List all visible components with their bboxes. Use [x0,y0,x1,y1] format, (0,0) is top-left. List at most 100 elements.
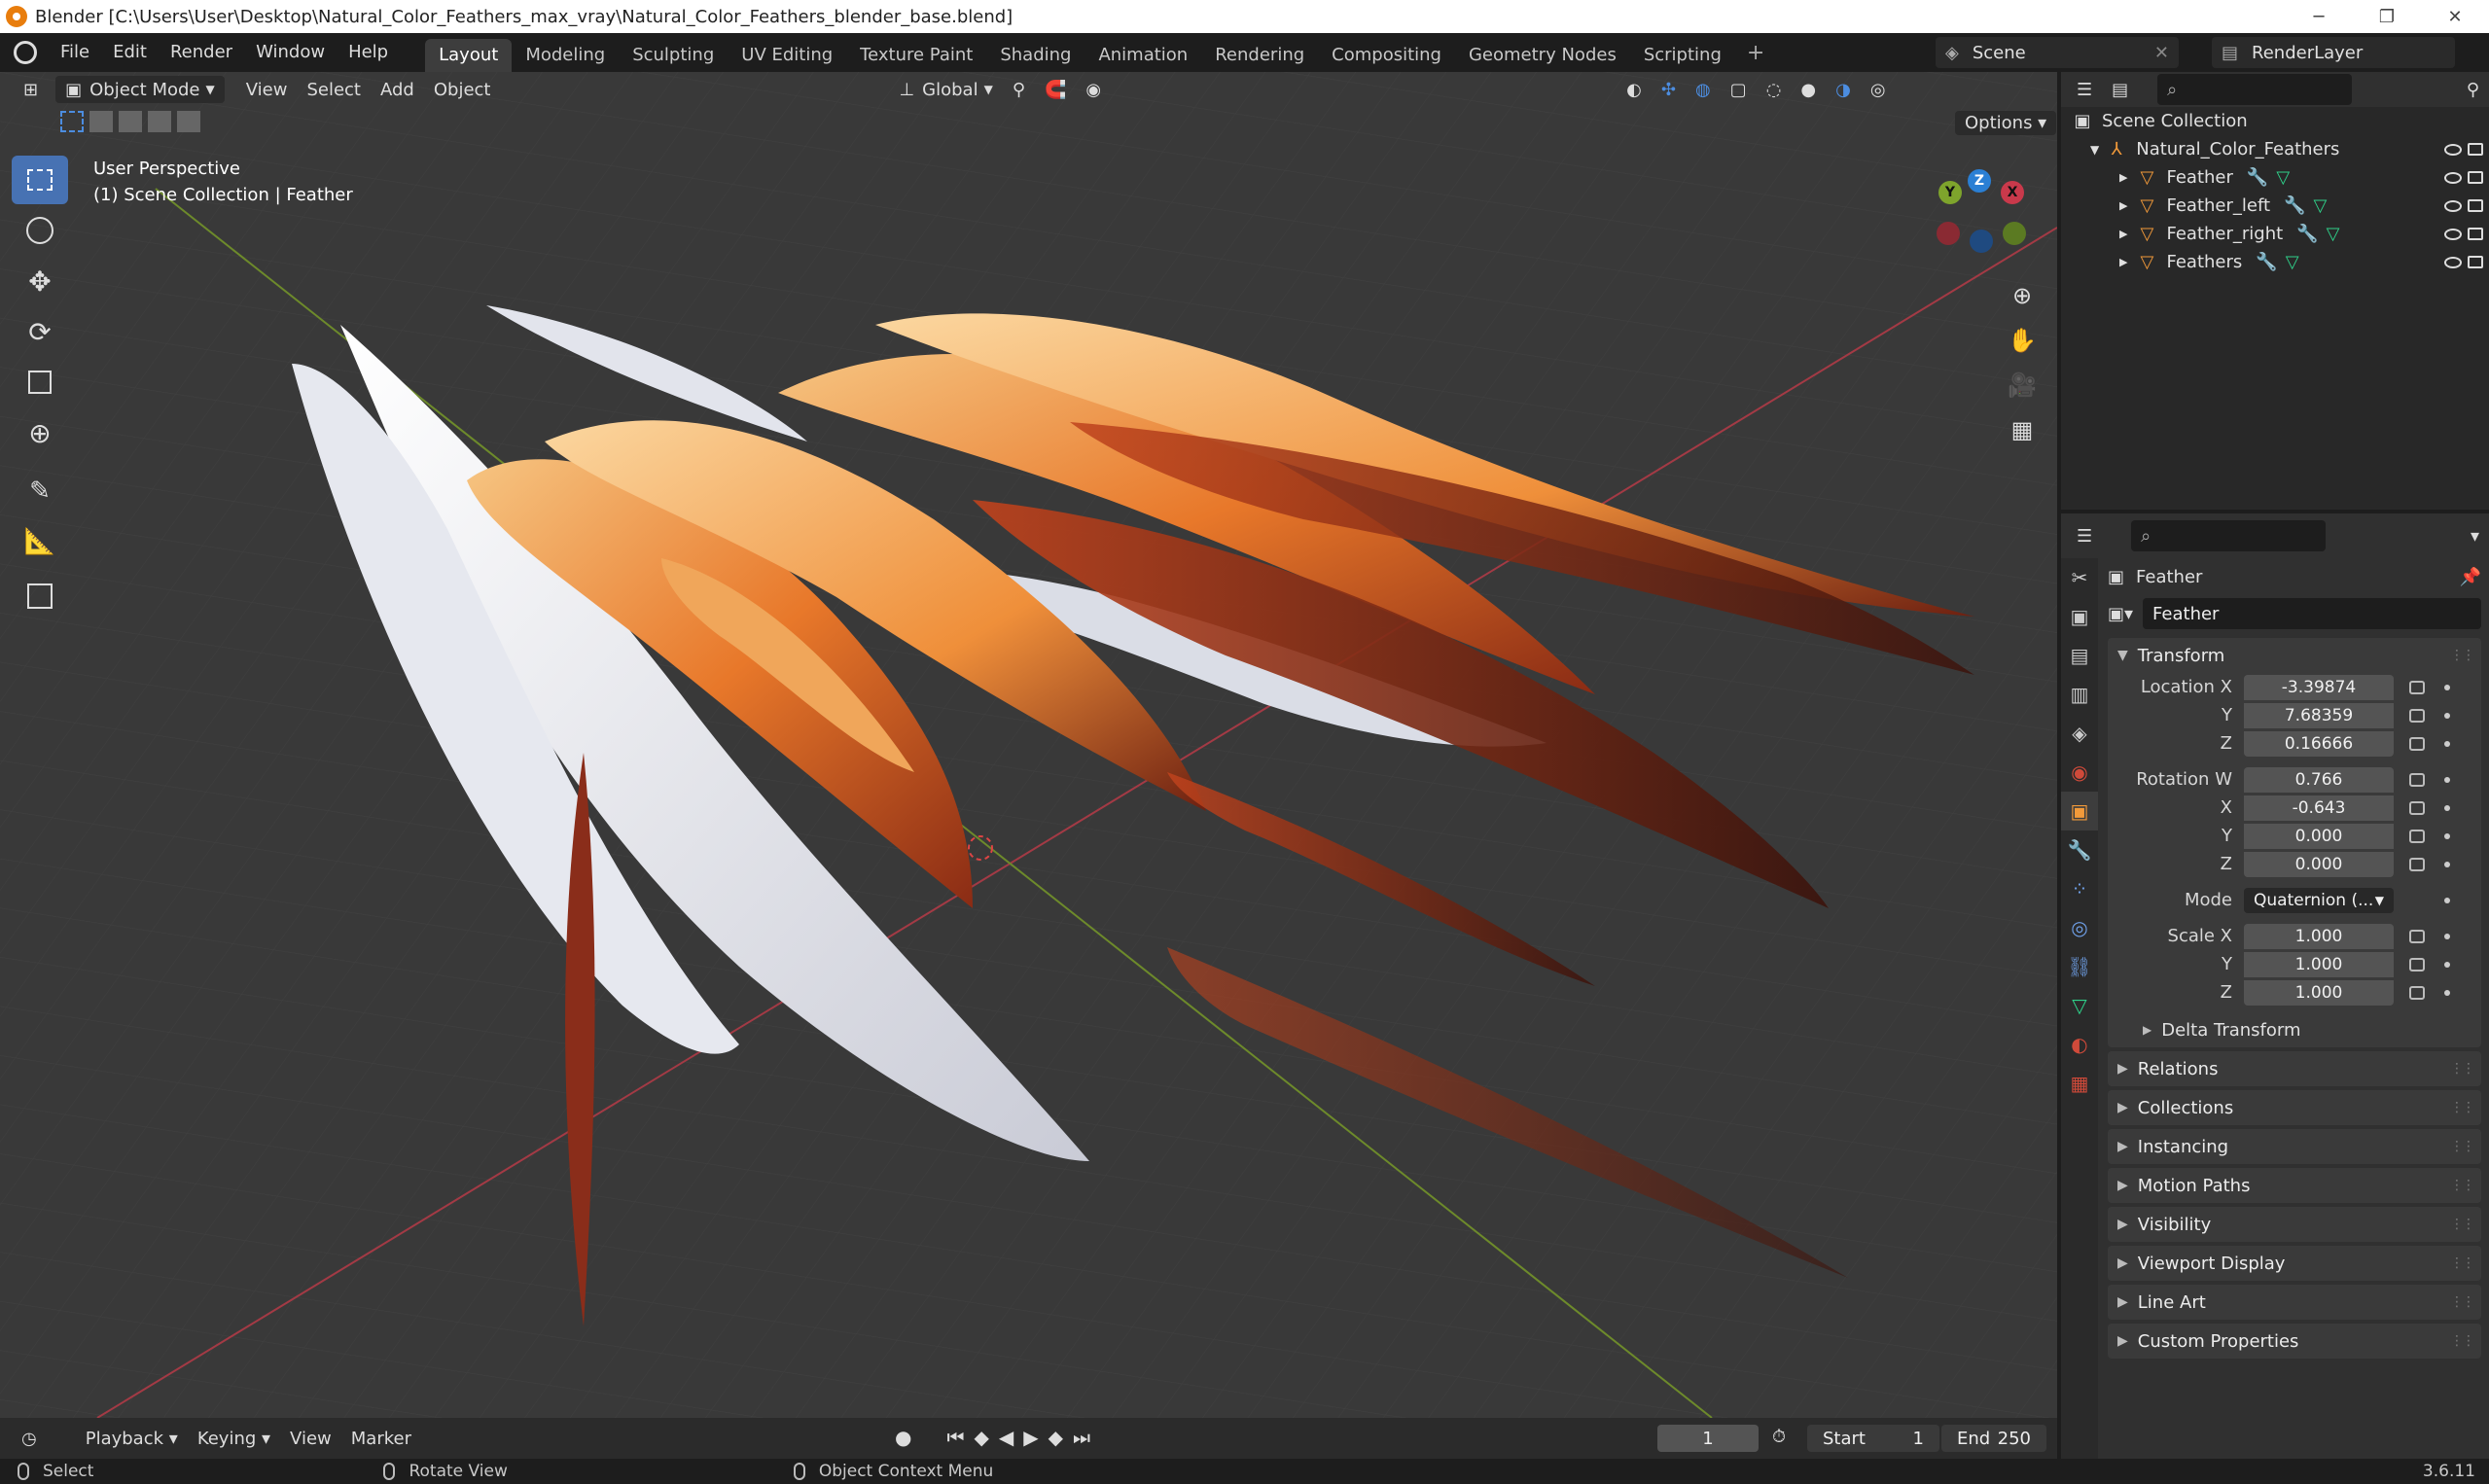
tab-sculpting[interactable]: Sculpting [619,39,728,72]
tab-geometry-nodes[interactable]: Geometry Nodes [1455,39,1630,72]
tab-layout[interactable]: Layout [425,39,513,72]
tab-uv-editing[interactable]: UV Editing [728,39,846,72]
gizmo-neg-x[interactable] [1937,222,1960,245]
menu-object[interactable]: Object [424,76,501,103]
scale-y-field[interactable]: 1.000 [2244,951,2394,977]
keyframe-dot-icon[interactable] [2444,804,2450,811]
next-keyframe-icon[interactable]: ◆ [1049,1426,1063,1449]
visibility-panel-header[interactable]: ▶ Visibility ⋮⋮ [2108,1207,2481,1242]
mesh-data-icon[interactable]: ▽ [2313,195,2327,216]
lock-icon[interactable] [2409,680,2425,694]
rotation-mode-dropdown[interactable]: Quaternion (... ▼ [2244,887,2394,913]
render-camera-icon[interactable] [2468,256,2483,268]
instancing-panel-header[interactable]: ▶ Instancing ⋮⋮ [2108,1129,2481,1164]
modifier-icon[interactable]: 🔧 [2296,224,2318,244]
keyframe-dot-icon[interactable] [2444,933,2450,939]
prev-keyframe-icon[interactable]: ◆ [974,1426,988,1449]
modifier-icon[interactable]: 🔧 [2247,167,2268,188]
outliner-search-input[interactable]: ⌕ [2157,74,2353,105]
jump-start-icon[interactable]: ⏮ [946,1426,964,1449]
eye-icon[interactable] [2444,228,2462,240]
tab-material[interactable]: ◐ [2061,1025,2098,1064]
collections-panel[interactable]: ▶ Collections ⋮⋮ [2108,1090,2481,1125]
eye-icon[interactable] [2444,256,2462,268]
tab-rendering[interactable]: Rendering [1201,39,1318,72]
render-camera-icon[interactable] [2468,199,2483,212]
filter-icon[interactable]: ⚲ [2457,76,2489,103]
motion-paths-panel-header[interactable]: ▶ Motion Paths ⋮⋮ [2108,1168,2481,1203]
tab-constraints[interactable]: ⛓ [2061,947,2098,986]
keyframe-dot-icon[interactable] [2444,740,2450,747]
close-button[interactable]: ✕ [2421,0,2489,33]
tab-modifiers[interactable]: 🔧 [2061,830,2098,869]
scale-x-field[interactable]: 1.000 [2244,923,2394,949]
gizmo-neg-z[interactable] [1970,230,1993,253]
timeline-editor-icon[interactable]: ◷ [12,1425,47,1452]
object-datablock-icon[interactable]: ▣▾ [2108,604,2133,624]
outliner-editor-icon[interactable]: ☰ [2067,76,2102,103]
record-icon[interactable]: ● [895,1426,911,1449]
tab-modeling[interactable]: Modeling [512,39,619,72]
keyframe-dot-icon[interactable] [2444,897,2450,903]
menu-window[interactable]: Window [244,33,337,72]
drag-handle-icon[interactable]: ⋮⋮ [2450,1139,2475,1154]
measure-tool[interactable]: 📐 [12,517,68,566]
play-reverse-icon[interactable]: ◀ [999,1426,1013,1449]
tab-view-layer[interactable]: ▥ [2061,675,2098,714]
menu-timeline-view[interactable]: View [280,1425,341,1452]
snap-icon[interactable]: 🧲 [1035,76,1076,103]
gizmo-x-axis[interactable]: X [2001,181,2024,204]
motion-paths-panel[interactable]: ▶ Motion Paths ⋮⋮ [2108,1168,2481,1203]
drag-handle-icon[interactable]: ⋮⋮ [2450,648,2475,663]
annotate-tool[interactable]: ✎ [12,467,68,515]
transform-tool[interactable]: ⊕ [12,408,68,457]
rotation-x-field[interactable]: -0.643 [2244,795,2394,821]
overlay-toggle-icon[interactable]: ◍ [1686,76,1721,103]
expand-chevron-icon[interactable]: ▶ [2119,171,2127,184]
relations-panel-header[interactable]: ▶ Relations ⋮⋮ [2108,1051,2481,1086]
tab-physics[interactable]: ◎ [2061,908,2098,947]
keyframe-dot-icon[interactable] [2444,776,2450,783]
play-icon[interactable]: ▶ [1023,1426,1038,1449]
render-camera-icon[interactable] [2468,143,2483,156]
scale-z-field[interactable]: 1.000 [2244,979,2394,1006]
outliner-item-feather-left[interactable]: ▶ ▽ Feather_left 🔧 ▽ [2061,192,2489,220]
viewport-display-panel-header[interactable]: ▶ Viewport Display ⋮⋮ [2108,1246,2481,1281]
modifier-icon[interactable]: 🔧 [2284,195,2305,216]
rotate-tool[interactable]: ⟳ [12,307,68,356]
rotation-w-field[interactable]: 0.766 [2244,766,2394,793]
scene-selector[interactable]: ◈ Scene ✕ [1936,37,2179,68]
lock-icon[interactable] [2409,829,2425,843]
location-x-field[interactable]: -3.39874 [2244,674,2394,700]
menu-keying[interactable]: Keying ▾ [188,1425,280,1452]
mesh-data-icon[interactable]: ▽ [2327,224,2340,244]
render-camera-icon[interactable] [2468,228,2483,240]
eye-icon[interactable] [2444,143,2462,156]
instancing-panel[interactable]: ▶ Instancing ⋮⋮ [2108,1129,2481,1164]
scale-tool[interactable] [12,358,68,406]
properties-search-input[interactable]: ⌕ [2131,520,2327,551]
pan-hand-icon[interactable]: ✋ [2006,321,2039,360]
proportional-edit-icon[interactable]: ◉ [1076,76,1111,103]
tab-object[interactable]: ▣ [2061,792,2098,830]
viewport-display-panel[interactable]: ▶ Viewport Display ⋮⋮ [2108,1246,2481,1281]
gizmo-z-axis[interactable]: Z [1968,169,1991,193]
keyframe-dot-icon[interactable] [2444,684,2450,690]
drag-handle-icon[interactable]: ⋮⋮ [2450,1061,2475,1077]
material-shading-icon[interactable]: ◑ [1826,76,1861,103]
tab-tool[interactable]: ✂ [2061,558,2098,597]
collections-panel-header[interactable]: ▶ Collections ⋮⋮ [2108,1090,2481,1125]
lock-icon[interactable] [2409,957,2425,972]
tab-particles[interactable]: ⁘ [2061,869,2098,908]
move-tool[interactable]: ✥ [12,257,68,305]
keyframe-dot-icon[interactable] [2444,861,2450,867]
blender-menu-icon[interactable] [14,41,37,64]
display-mode-icon[interactable]: ▤ [2102,76,2138,103]
properties-editor-icon[interactable]: ☰ [2067,522,2102,549]
menu-add[interactable]: Add [371,76,424,103]
select-intersect-icon[interactable] [177,111,200,132]
start-frame-field[interactable]: Start 1 [1807,1425,1939,1452]
expand-chevron-icon[interactable]: ▼ [2090,143,2099,157]
eye-icon[interactable] [2444,199,2462,212]
menu-marker[interactable]: Marker [341,1425,421,1452]
